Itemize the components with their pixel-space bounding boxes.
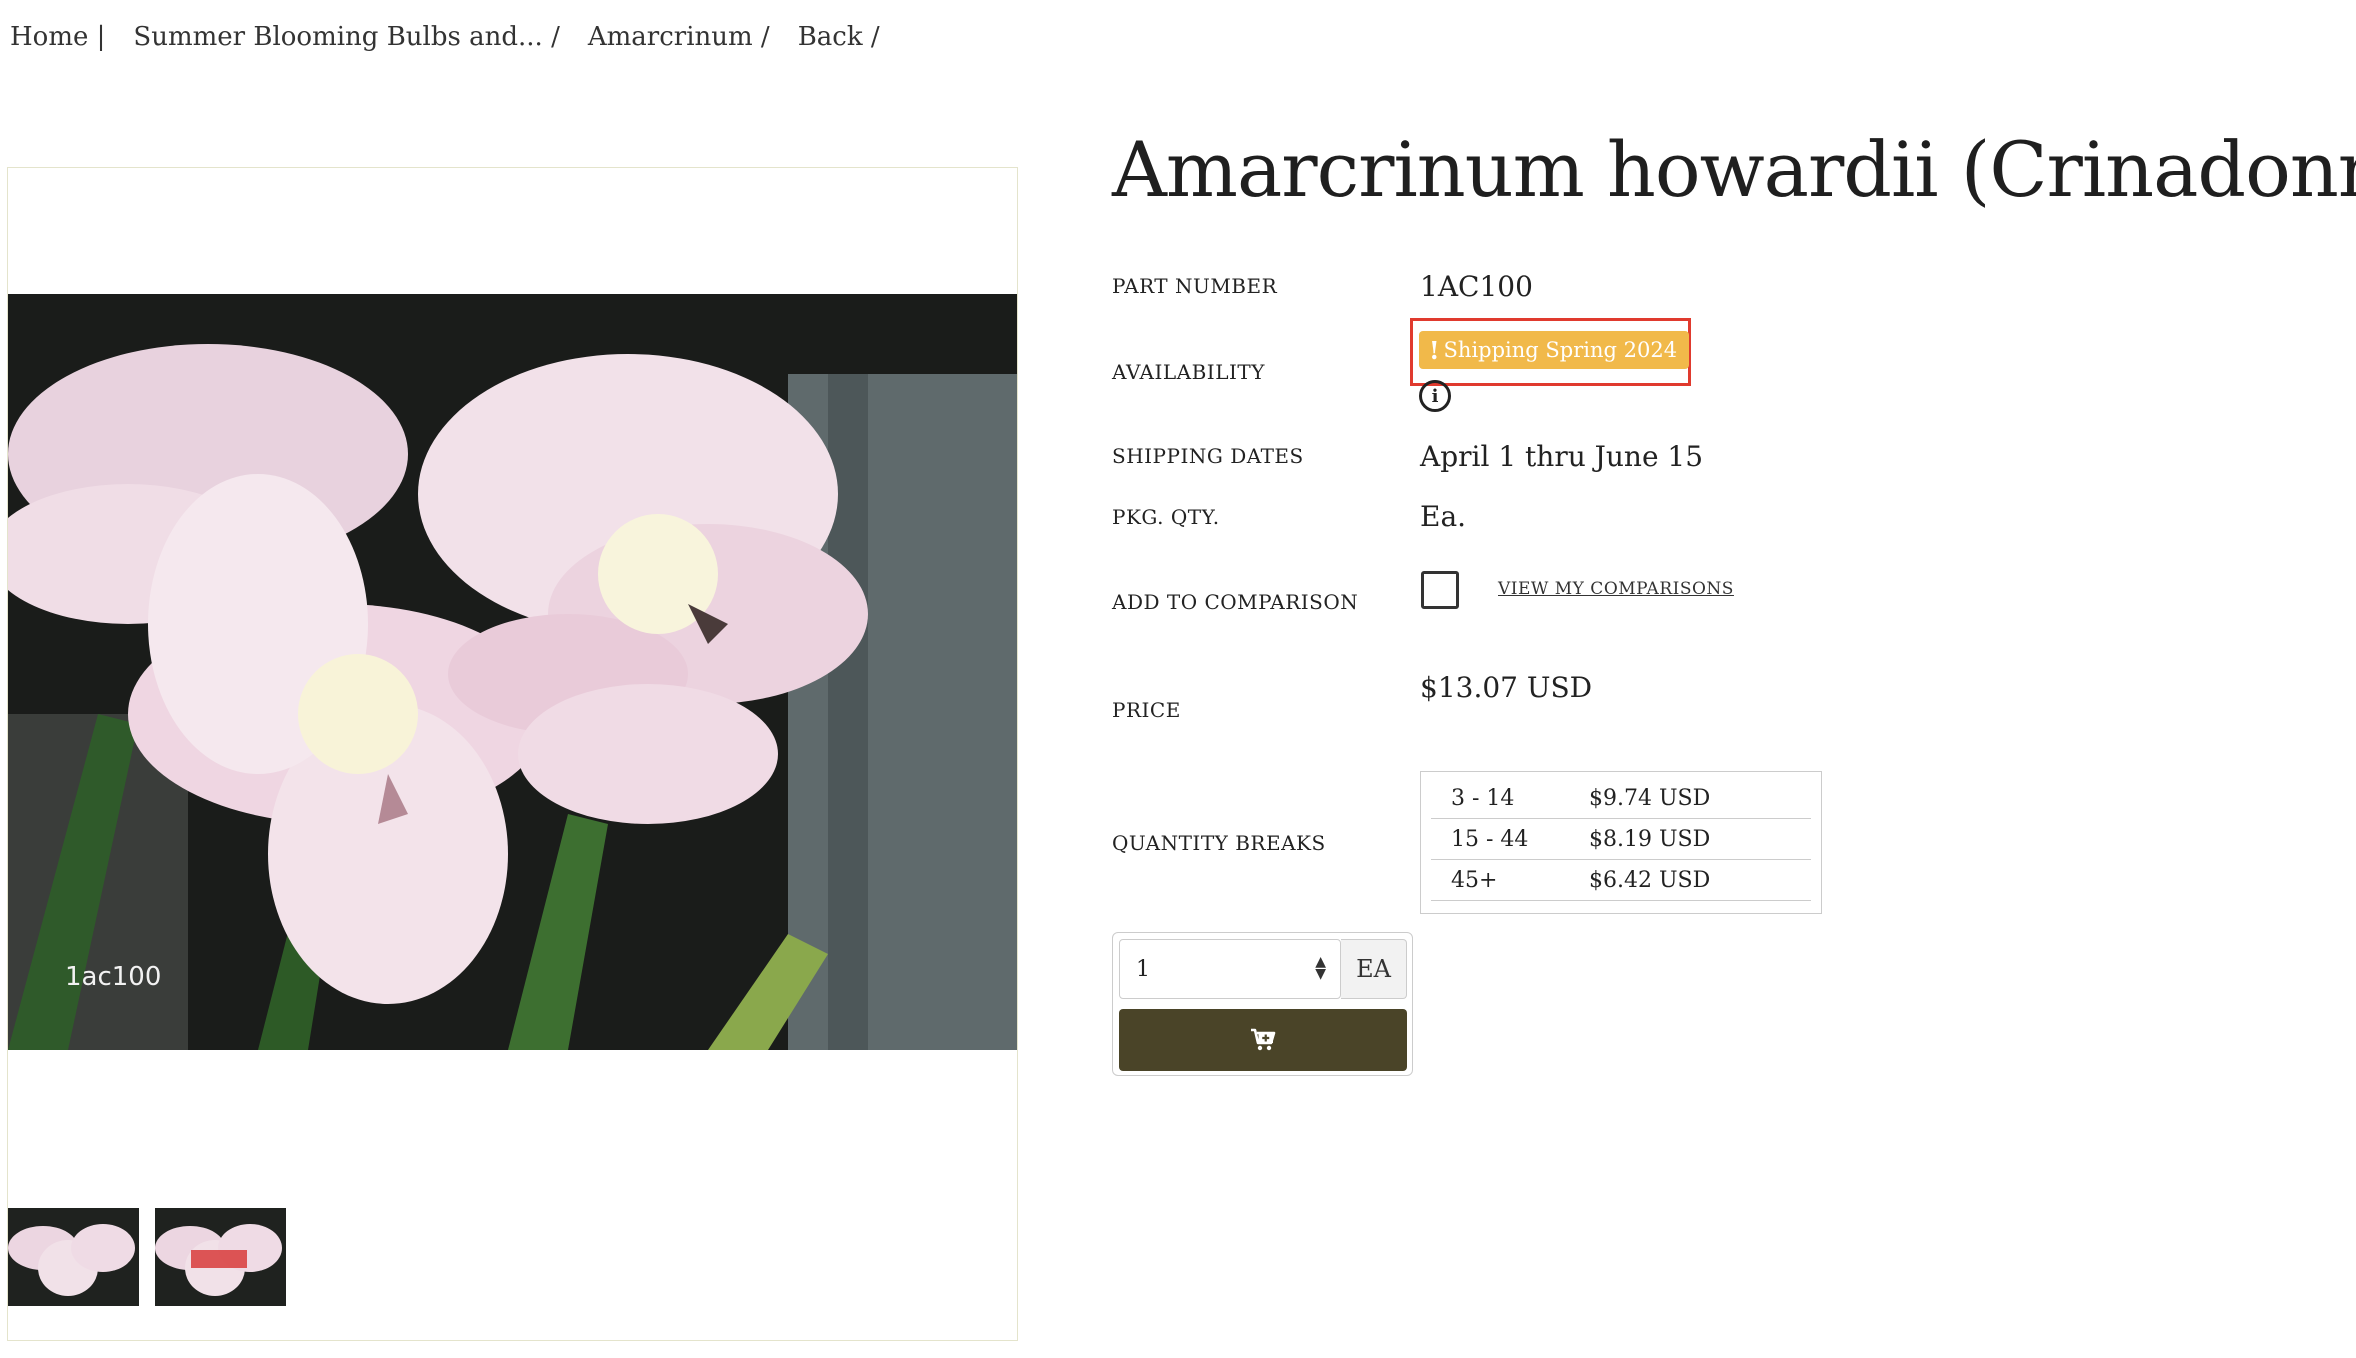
add-to-comparison-checkbox[interactable] xyxy=(1421,571,1459,609)
pkg-qty-value: Ea. xyxy=(1420,500,1467,533)
thumbnail-1[interactable] xyxy=(8,1208,139,1306)
add-to-comparison-label: ADD TO COMPARISON xyxy=(1112,590,1359,614)
quantity-break-row: 45+ $6.42 USD xyxy=(1431,860,1811,901)
add-to-cart-button[interactable] xyxy=(1119,1009,1407,1071)
availability-badge-text: Shipping Spring 2024 xyxy=(1443,338,1678,362)
add-to-cart-panel: 1 ▲ ▼ EA xyxy=(1112,932,1413,1076)
shipping-dates-label: SHIPPING DATES xyxy=(1112,444,1304,468)
quantity-breaks-label: QUANTITY BREAKS xyxy=(1112,831,1326,855)
product-title: Amarcrinum howardii (Crinadonna) xyxy=(1112,125,2356,214)
quantity-spinner-icon[interactable]: ▲ ▼ xyxy=(1315,955,1326,981)
main-product-image[interactable]: 1ac100 xyxy=(8,294,1017,1050)
price-label: PRICE xyxy=(1112,698,1181,722)
availability-badge: ! Shipping Spring 2024 xyxy=(1419,331,1690,369)
breadcrumb-category-link[interactable]: Summer Blooming Bulbs and... / xyxy=(133,22,559,52)
image-watermark-label: 1ac100 xyxy=(65,962,162,992)
info-icon[interactable]: i xyxy=(1419,380,1451,412)
exclamation-icon: ! xyxy=(1429,335,1440,365)
quantity-break-row: 3 - 14 $9.74 USD xyxy=(1431,778,1811,819)
product-image-panel: 1ac100 xyxy=(7,167,1018,1341)
view-comparisons-link[interactable]: VIEW MY COMPARISONS xyxy=(1498,579,1734,599)
breadcrumb-back-link[interactable]: Back / xyxy=(798,22,880,52)
availability-label: AVAILABILITY xyxy=(1112,360,1265,384)
break-price: $8.19 USD xyxy=(1589,826,1711,852)
quantity-break-row: 15 - 44 $8.19 USD xyxy=(1431,819,1811,860)
part-number-label: PART NUMBER xyxy=(1112,274,1278,298)
quantity-value: 1 xyxy=(1136,956,1150,982)
break-qty: 15 - 44 xyxy=(1451,826,1529,852)
thumbnail-2[interactable] xyxy=(155,1208,286,1306)
quantity-input[interactable]: 1 ▲ ▼ xyxy=(1119,939,1341,999)
breadcrumb-genus-link[interactable]: Amarcrinum / xyxy=(588,22,770,52)
part-number-value: 1AC100 xyxy=(1420,270,1533,303)
breadcrumb-home-link[interactable]: Home | xyxy=(10,22,105,52)
shipping-dates-value: April 1 thru June 15 xyxy=(1420,440,1704,473)
unit-label: EA xyxy=(1341,939,1407,999)
thumbnail-strip xyxy=(8,1208,286,1306)
price-value: $13.07 USD xyxy=(1420,671,1593,704)
pkg-qty-label: PKG. QTY. xyxy=(1112,505,1220,529)
flower-photo xyxy=(8,294,1017,1050)
quantity-breaks-table: 3 - 14 $9.74 USD 15 - 44 $8.19 USD 45+ $… xyxy=(1420,771,1822,914)
thumbnail-overlay-tag xyxy=(191,1250,247,1268)
break-qty: 45+ xyxy=(1451,867,1498,893)
breadcrumb: Home | Summer Blooming Bulbs and... / Am… xyxy=(10,22,880,52)
cart-plus-icon xyxy=(1251,1028,1276,1051)
break-price: $9.74 USD xyxy=(1589,785,1711,811)
break-price: $6.42 USD xyxy=(1589,867,1711,893)
break-qty: 3 - 14 xyxy=(1451,785,1515,811)
